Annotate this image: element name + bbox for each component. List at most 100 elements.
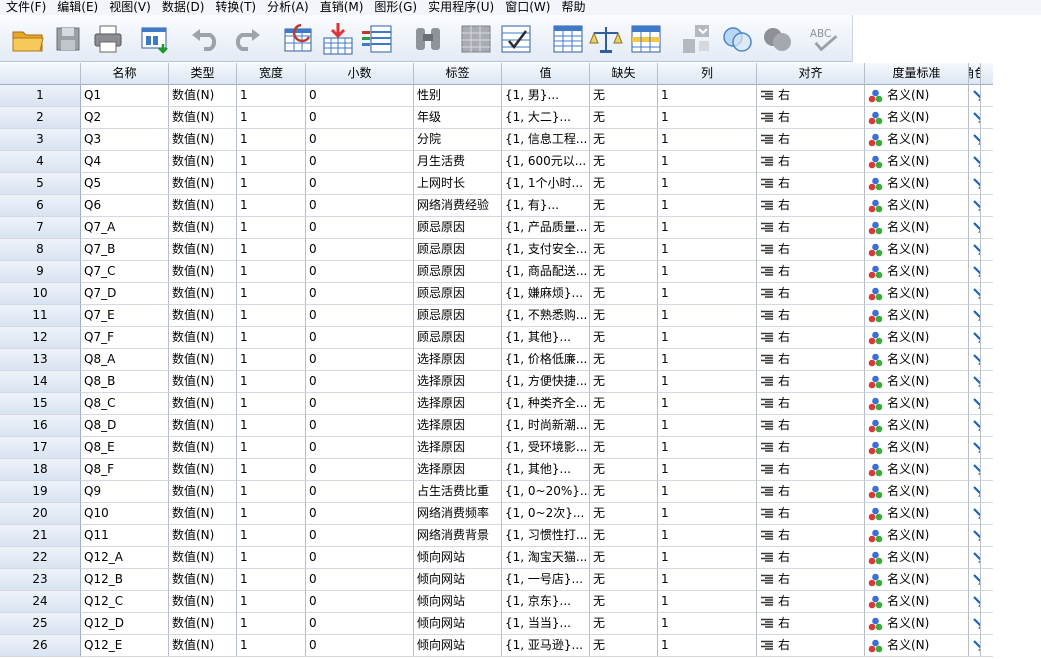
cell-role[interactable]: 输入 xyxy=(969,283,981,305)
cell-values[interactable]: {1, 嫌麻烦}... xyxy=(502,283,590,305)
cell-type[interactable]: 数值(N) xyxy=(169,195,237,217)
cell-type[interactable]: 数值(N) xyxy=(169,327,237,349)
cell-align[interactable]: 右 xyxy=(757,173,865,195)
row-number[interactable]: 9 xyxy=(0,261,81,283)
cell-missing[interactable]: 无 xyxy=(590,547,658,569)
cell-name[interactable]: Q11 xyxy=(81,525,169,547)
cell-type[interactable]: 数值(N) xyxy=(169,151,237,173)
cell-measure[interactable]: 名义(N) xyxy=(865,283,969,305)
cell-measure[interactable]: 名义(N) xyxy=(865,151,969,173)
cell-columns[interactable]: 1 xyxy=(658,173,757,195)
cell-decimals[interactable]: 0 xyxy=(306,305,414,327)
cell-name[interactable]: Q12_C xyxy=(81,591,169,613)
cell-align[interactable]: 右 xyxy=(757,503,865,525)
cell-missing[interactable]: 无 xyxy=(590,173,658,195)
cell-name[interactable]: Q12_D xyxy=(81,613,169,635)
cell-name[interactable]: Q2 xyxy=(81,107,169,129)
cell-width[interactable]: 1 xyxy=(237,393,306,415)
cell-label[interactable]: 月生活费 xyxy=(414,151,502,173)
cell-columns[interactable]: 1 xyxy=(658,239,757,261)
cell-columns[interactable]: 1 xyxy=(658,305,757,327)
cell-label[interactable]: 顾忌原因 xyxy=(414,305,502,327)
cell-columns[interactable]: 1 xyxy=(658,349,757,371)
cell-label[interactable]: 倾向网站 xyxy=(414,613,502,635)
cell-role[interactable]: 输入 xyxy=(969,85,981,107)
cell-label[interactable]: 顾忌原因 xyxy=(414,239,502,261)
cell-type[interactable]: 数值(N) xyxy=(169,217,237,239)
insert-cases-icon[interactable] xyxy=(458,21,494,57)
cell-measure[interactable]: 名义(N) xyxy=(865,415,969,437)
row-number[interactable]: 13 xyxy=(0,349,81,371)
cell-type[interactable]: 数值(N) xyxy=(169,305,237,327)
cell-width[interactable]: 1 xyxy=(237,635,306,657)
cell-measure[interactable]: 名义(N) xyxy=(865,547,969,569)
cell-align[interactable]: 右 xyxy=(757,283,865,305)
grid-corner[interactable] xyxy=(0,63,81,85)
cell-type[interactable]: 数值(N) xyxy=(169,525,237,547)
cell-width[interactable]: 1 xyxy=(237,547,306,569)
cell-align[interactable]: 右 xyxy=(757,393,865,415)
select-cases-icon[interactable] xyxy=(628,21,664,57)
cell-columns[interactable]: 1 xyxy=(658,437,757,459)
cell-measure[interactable]: 名义(N) xyxy=(865,613,969,635)
cell-width[interactable]: 1 xyxy=(237,327,306,349)
cell-align[interactable]: 右 xyxy=(757,151,865,173)
print-icon[interactable] xyxy=(90,21,126,57)
show-all-variables-icon[interactable] xyxy=(760,21,796,57)
cell-decimals[interactable]: 0 xyxy=(306,283,414,305)
cell-missing[interactable]: 无 xyxy=(590,305,658,327)
cell-columns[interactable]: 1 xyxy=(658,569,757,591)
cell-missing[interactable]: 无 xyxy=(590,239,658,261)
cell-label[interactable]: 倾向网站 xyxy=(414,547,502,569)
cell-label[interactable]: 顾忌原因 xyxy=(414,261,502,283)
cell-role[interactable]: 输入 xyxy=(969,129,981,151)
cell-columns[interactable]: 1 xyxy=(658,85,757,107)
cell-values[interactable]: {1, 当当}... xyxy=(502,613,590,635)
cell-role[interactable]: 输入 xyxy=(969,327,981,349)
cell-label[interactable]: 性别 xyxy=(414,85,502,107)
menu-analyze[interactable]: 分析(A) xyxy=(261,0,314,15)
cell-role[interactable]: 输入 xyxy=(969,525,981,547)
cell-decimals[interactable]: 0 xyxy=(306,481,414,503)
cell-measure[interactable]: 名义(N) xyxy=(865,261,969,283)
cell-label[interactable]: 倾向网站 xyxy=(414,635,502,657)
cell-missing[interactable]: 无 xyxy=(590,437,658,459)
save-icon[interactable] xyxy=(50,21,86,57)
cell-role[interactable]: 输入 xyxy=(969,107,981,129)
row-number[interactable]: 12 xyxy=(0,327,81,349)
cell-decimals[interactable]: 0 xyxy=(306,503,414,525)
cell-type[interactable]: 数值(N) xyxy=(169,239,237,261)
cell-type[interactable]: 数值(N) xyxy=(169,635,237,657)
row-number[interactable]: 1 xyxy=(0,85,81,107)
cell-missing[interactable]: 无 xyxy=(590,459,658,481)
cell-measure[interactable]: 名义(N) xyxy=(865,525,969,547)
cell-label[interactable]: 分院 xyxy=(414,129,502,151)
cell-decimals[interactable]: 0 xyxy=(306,349,414,371)
cell-measure[interactable]: 名义(N) xyxy=(865,305,969,327)
cell-decimals[interactable]: 0 xyxy=(306,547,414,569)
menu-data[interactable]: 数据(D) xyxy=(156,0,210,15)
undo-icon[interactable] xyxy=(188,21,224,57)
value-labels-icon[interactable] xyxy=(680,21,716,57)
redo-icon[interactable] xyxy=(228,21,264,57)
cell-values[interactable]: {1, 商品配送... xyxy=(502,261,590,283)
cell-align[interactable]: 右 xyxy=(757,239,865,261)
cell-role[interactable]: 输入 xyxy=(969,349,981,371)
goto-variable-icon[interactable] xyxy=(320,21,356,57)
cell-name[interactable]: Q12_B xyxy=(81,569,169,591)
cell-label[interactable]: 顾忌原因 xyxy=(414,217,502,239)
cell-type[interactable]: 数值(N) xyxy=(169,107,237,129)
cell-name[interactable]: Q7_B xyxy=(81,239,169,261)
cell-label[interactable]: 网络消费背景 xyxy=(414,525,502,547)
cell-label[interactable]: 倾向网站 xyxy=(414,591,502,613)
row-number[interactable]: 4 xyxy=(0,151,81,173)
cell-width[interactable]: 1 xyxy=(237,525,306,547)
column-header-missing[interactable]: 缺失 xyxy=(590,63,658,85)
cell-label[interactable]: 选择原因 xyxy=(414,349,502,371)
cell-align[interactable]: 右 xyxy=(757,305,865,327)
cell-role[interactable]: 输入 xyxy=(969,481,981,503)
column-header-values[interactable]: 值 xyxy=(502,63,590,85)
cell-role[interactable]: 输入 xyxy=(969,569,981,591)
cell-missing[interactable]: 无 xyxy=(590,195,658,217)
cell-missing[interactable]: 无 xyxy=(590,371,658,393)
